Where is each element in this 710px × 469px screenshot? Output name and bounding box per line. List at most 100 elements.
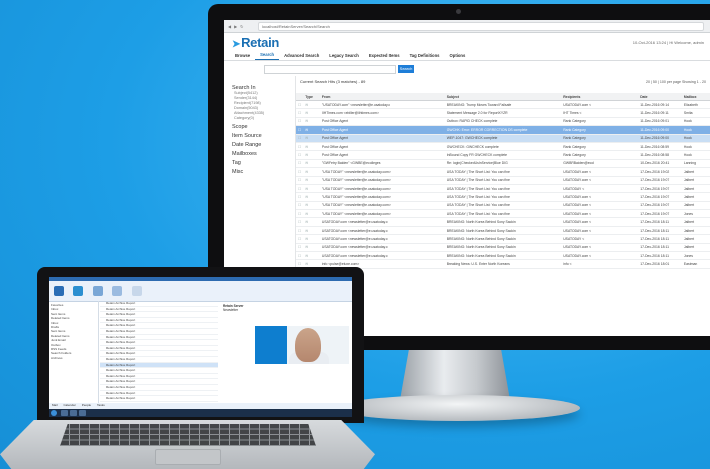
table-row[interactable]: ☐ ✉ "USATODAY.com" <newsletter@e.usatoday.… xyxy=(296,100,710,110)
column-header[interactable]: From xyxy=(319,93,445,101)
retain-icon[interactable] xyxy=(73,286,84,296)
row-checkbox[interactable]: ☐ xyxy=(296,234,304,244)
column-header[interactable]: Type xyxy=(303,93,320,101)
taskbar-app-icon[interactable] xyxy=(79,410,86,416)
nav-tab-tag-definitions[interactable]: Tag Definitions xyxy=(405,53,445,60)
cell-mailbox: Jones xyxy=(681,209,710,219)
touchpad[interactable] xyxy=(155,449,221,465)
cell-subject: BREAKING: North Korea Behind Sony Sackin xyxy=(444,234,562,244)
table-row[interactable]: ☐ ✉ "USA TODAY" <newsletter@e.usatoday.com… xyxy=(296,176,710,185)
folder-item[interactable]: Archives xyxy=(51,356,96,360)
row-checkbox[interactable]: ☐ xyxy=(296,167,304,177)
row-checkbox[interactable]: ☐ xyxy=(296,217,304,227)
row-checkbox[interactable]: ☐ xyxy=(296,184,304,194)
nav-tab-options[interactable]: Options xyxy=(445,53,471,60)
nav-tab-advanced-search[interactable]: Advanced Search xyxy=(279,53,324,60)
table-row[interactable]: ☐ ✉ Post Office Agent GWCHK: Error: ERROR C… xyxy=(296,125,710,135)
filter-heading[interactable]: Tag xyxy=(232,160,295,166)
taskbar-app-icon[interactable] xyxy=(61,410,68,416)
table-row[interactable]: ☐ ✉ USATODAY.com <newsletter@e.usatoday.c B… xyxy=(296,251,710,261)
message-list: Retain Archive Report Retain Archive Repo… xyxy=(100,301,218,413)
row-checkbox[interactable]: ☐ xyxy=(296,100,304,110)
mail-icon: ✉ xyxy=(303,234,320,244)
cell-recipients: USATODAY.com < xyxy=(561,209,639,219)
row-checkbox[interactable]: ☐ xyxy=(296,251,304,261)
taskbar-app-icon[interactable] xyxy=(70,410,77,416)
search-input[interactable] xyxy=(264,64,396,74)
cell-subject: Statement Message 2.0 for ReportXYZR xyxy=(444,108,562,118)
row-checkbox[interactable]: ☐ xyxy=(296,159,304,169)
pager[interactable]: 20 | 50 | 100 per page Showing 1 - 20 xyxy=(646,80,706,84)
keyboard-rows xyxy=(60,424,316,446)
row-checkbox[interactable]: ☐ xyxy=(296,117,304,127)
table-row[interactable]: ☐ ✉ USATODAY.com <newsletter@e.usatoday.c B… xyxy=(296,243,710,253)
filter-heading[interactable]: Misc xyxy=(232,169,295,175)
mail-icon: ✉ xyxy=(303,150,320,160)
address-bar[interactable]: localhost/RetainServer/Search/Search xyxy=(258,21,704,31)
table-row[interactable]: ☐ ✉ IIHTimes.com <ebiller@iihtimes.com> Sta… xyxy=(296,108,710,118)
nav-tab-browse[interactable]: Browse xyxy=(230,53,255,60)
reload-icon[interactable]: ↻ xyxy=(240,24,243,29)
table-row[interactable]: ☐ ✉ USATODAY.com <newsletter@e.usatoday.c B… xyxy=(296,217,710,227)
row-checkbox[interactable]: ☐ xyxy=(296,150,304,160)
row-checkbox[interactable]: ☐ xyxy=(296,108,304,118)
filter-heading[interactable]: Scope xyxy=(232,124,295,130)
reply-icon[interactable] xyxy=(92,286,103,296)
column-header[interactable]: Recipients xyxy=(561,93,639,101)
nav-tab-legacy-search[interactable]: Legacy Search xyxy=(324,53,364,60)
nav-tab-search[interactable]: Search xyxy=(255,52,280,60)
filter-heading[interactable]: Mailboxes xyxy=(232,151,295,157)
cell-subject: BREAKING: Trump Moves Toward Failsafe xyxy=(444,100,562,110)
column-header[interactable]: Mailbox xyxy=(681,93,710,101)
row-checkbox[interactable]: ☐ xyxy=(296,134,304,143)
table-row[interactable]: ☐ ✉ USATODAY.com <newsletter@e.usatoday.c B… xyxy=(296,234,710,244)
select-all-column[interactable] xyxy=(296,93,304,101)
row-checkbox[interactable]: ☐ xyxy=(296,176,304,185)
table-row[interactable]: ☐ ✉ "USA TODAY" <newsletter@e.usatoday.com… xyxy=(296,167,710,177)
cell-subject: GWCHK: Error: ERROR CORRECTION DS comple… xyxy=(444,125,562,135)
table-row[interactable]: ☐ ✉ Post Office Agent GWCHECK: GWCHECK comp… xyxy=(296,142,710,152)
table-row[interactable]: ☐ ✉ Post Office Agent InBound Copy FR GWCHE… xyxy=(296,150,710,160)
table-row[interactable]: ☐ ✉ "USA TODAY" <newsletter@e.usatoday.com… xyxy=(296,192,710,202)
row-checkbox[interactable]: ☐ xyxy=(296,192,304,202)
nav-item[interactable]: Calendar xyxy=(64,403,76,407)
row-checkbox[interactable]: ☐ xyxy=(296,201,304,211)
cell-date: 11-Dec-2016 08:59 xyxy=(638,142,682,152)
mail-icon: ✉ xyxy=(303,108,320,118)
nav-item[interactable]: Mail xyxy=(52,403,58,407)
filter-heading[interactable]: Date Range xyxy=(232,142,295,148)
table-row[interactable]: ☐ ✉ "USA TODAY" <newsletter@e.usatoday.com… xyxy=(296,184,710,194)
mail-icon: ✉ xyxy=(303,142,320,152)
nav-item[interactable]: People xyxy=(82,403,91,407)
row-checkbox[interactable]: ☐ xyxy=(296,226,304,236)
nav-tab-expected-items[interactable]: Expected Items xyxy=(364,53,405,60)
cell-date: 11-Dec-2016 09:11 xyxy=(638,108,682,118)
outlook-ribbon xyxy=(49,281,352,302)
new-email-icon[interactable] xyxy=(54,286,64,296)
row-checkbox[interactable]: ☐ xyxy=(296,243,304,253)
row-checkbox[interactable]: ☐ xyxy=(296,209,304,219)
filter-option[interactable]: Category(0) xyxy=(232,116,295,121)
cell-mailbox: Smita xyxy=(681,108,710,118)
table-row[interactable]: ☐ ✉ "GWFetry Baiden" <GWBE@ecolleges Re: lo… xyxy=(296,159,710,169)
start-icon[interactable] xyxy=(51,410,57,416)
column-header[interactable]: Subject xyxy=(444,93,562,101)
nav-item[interactable]: Tasks xyxy=(97,403,105,407)
forward-icon[interactable] xyxy=(112,286,123,296)
table-row[interactable]: ☐ ✉ Post Office Agent WEP-1047: GWCHECK com… xyxy=(296,134,710,143)
table-row[interactable]: ☐ ✉ "USA TODAY" <newsletter@e.usatoday.com… xyxy=(296,209,710,219)
row-checkbox[interactable]: ☐ xyxy=(296,142,304,152)
table-row[interactable]: ☐ ✉ "USA TODAY" <newsletter@e.usatoday.com… xyxy=(296,201,710,211)
forward-icon[interactable]: ▶ xyxy=(234,24,237,29)
reading-subject: Newsletter xyxy=(223,308,239,312)
move-icon[interactable] xyxy=(131,286,142,296)
table-row[interactable]: ☐ ✉ USATODAY.com <newsletter@e.usatoday.c B… xyxy=(296,226,710,236)
column-header[interactable]: Date xyxy=(638,93,682,101)
row-checkbox[interactable]: ☐ xyxy=(296,125,304,135)
cell-recipients: USATODAY.com < xyxy=(561,243,639,253)
table-row[interactable]: ☐ ✉ Post Office Agent Outbox: RAPID CHECK c… xyxy=(296,117,710,127)
filter-heading[interactable]: Item Source xyxy=(232,133,295,139)
search-button[interactable]: Search xyxy=(398,65,414,73)
cell-recipients: USATODAY.com < xyxy=(561,192,639,202)
back-icon[interactable]: ◀ xyxy=(228,24,231,29)
